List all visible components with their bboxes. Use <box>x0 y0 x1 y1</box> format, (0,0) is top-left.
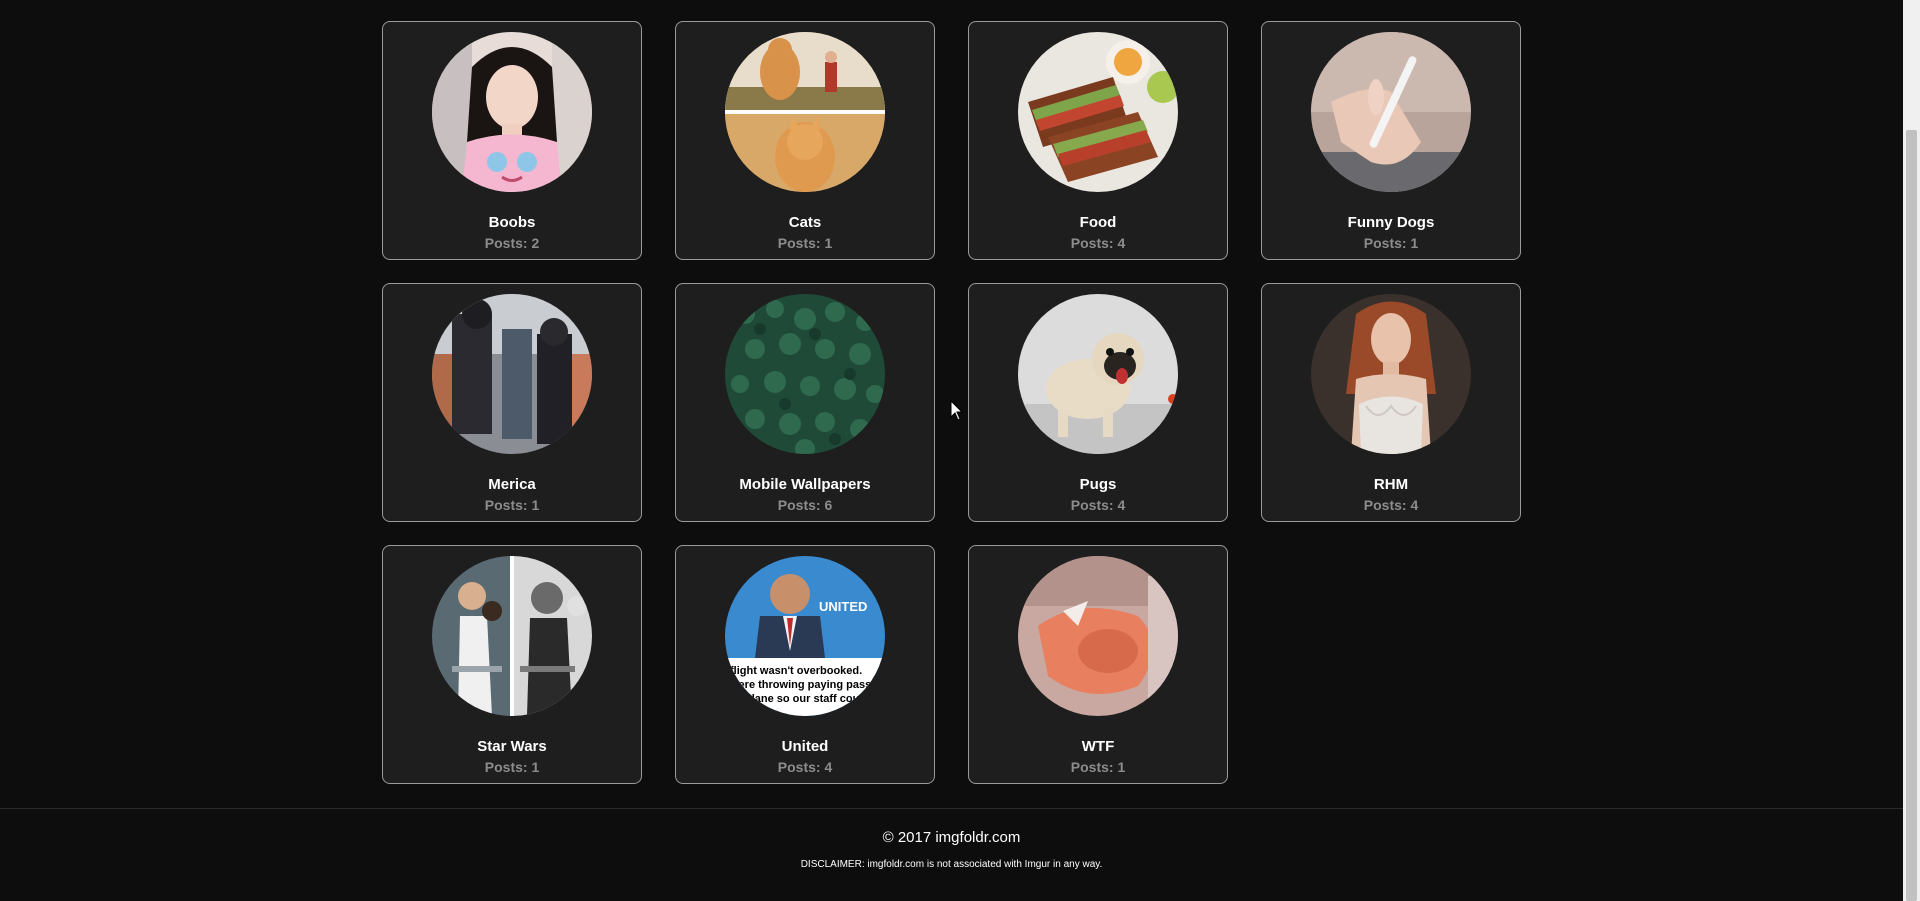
footer: © 2017 imgfoldr.com DISCLAIMER: imgfoldr… <box>0 808 1903 901</box>
album-card-mobile-wallpapers[interactable]: Mobile Wallpapers Posts: 6 <box>675 283 935 522</box>
vertical-scrollbar[interactable] <box>1903 0 1920 901</box>
album-title[interactable]: Mobile Wallpapers <box>676 476 934 493</box>
album-title[interactable]: Pugs <box>969 476 1227 493</box>
album-post-count: Posts: 1 <box>1070 759 1126 775</box>
album-post-count: Posts: 1 <box>1363 235 1419 251</box>
album-title[interactable]: RHM <box>1262 476 1520 493</box>
copyright-text: © 2017 imgfoldr.com <box>882 829 1021 846</box>
album-card-funny-dogs[interactable]: Funny Dogs Posts: 1 <box>1261 21 1521 260</box>
album-title[interactable]: Food <box>969 214 1227 231</box>
album-post-count: Posts: 4 <box>1070 235 1126 251</box>
album-title[interactable]: Star Wars <box>383 738 641 755</box>
album-title[interactable]: Boobs <box>383 214 641 231</box>
album-post-count: Posts: 1 <box>484 497 540 513</box>
woman-portrait-thumbnail[interactable] <box>432 32 592 192</box>
album-card-boobs[interactable]: Boobs Posts: 2 <box>382 21 642 260</box>
forest-thumbnail[interactable] <box>725 294 885 454</box>
blurry-thumbnail[interactable] <box>1018 556 1178 716</box>
album-post-count: Posts: 1 <box>777 235 833 251</box>
album-card-food[interactable]: Food Posts: 4 <box>968 21 1228 260</box>
album-card-cats[interactable]: Cats Posts: 1 <box>675 21 935 260</box>
star-wars-thumbnail[interactable] <box>432 556 592 716</box>
album-post-count: Posts: 2 <box>484 235 540 251</box>
album-post-count: Posts: 4 <box>1363 497 1419 513</box>
album-card-pugs[interactable]: Pugs Posts: 4 <box>968 283 1228 522</box>
meme-line-2: were throwing paying passen <box>729 679 884 691</box>
album-title[interactable]: Funny Dogs <box>1262 214 1520 231</box>
album-title[interactable]: United <box>676 738 934 755</box>
album-post-count: Posts: 4 <box>777 759 833 775</box>
united-meme-thumbnail[interactable]: UNITED flight wasn't overbooked. were th… <box>725 556 885 716</box>
sandwich-thumbnail[interactable] <box>1018 32 1178 192</box>
album-card-united[interactable]: UNITED flight wasn't overbooked. were th… <box>675 545 935 784</box>
page: Boobs Posts: 2 Cats Posts: 1 Food Posts:… <box>0 0 1920 901</box>
album-post-count: Posts: 4 <box>1070 497 1126 513</box>
album-title[interactable]: Merica <box>383 476 641 493</box>
cats-thumbnail[interactable] <box>725 32 885 192</box>
meme-line-3: plane so our staff could <box>745 693 869 705</box>
mouse-cursor-icon <box>950 400 964 421</box>
album-card-rhm[interactable]: RHM Posts: 4 <box>1261 283 1521 522</box>
hand-pen-thumbnail[interactable] <box>1311 32 1471 192</box>
pug-thumbnail[interactable] <box>1018 294 1178 454</box>
redhead-thumbnail[interactable] <box>1311 294 1471 454</box>
album-post-count: Posts: 1 <box>484 759 540 775</box>
united-logo-text: UNITED <box>819 599 867 614</box>
album-card-star-wars[interactable]: Star Wars Posts: 1 <box>382 545 642 784</box>
album-post-count: Posts: 6 <box>777 497 833 513</box>
album-title[interactable]: WTF <box>969 738 1227 755</box>
album-card-merica[interactable]: Merica Posts: 1 <box>382 283 642 522</box>
disclaimer-text: DISCLAIMER: imgfoldr.com is not associat… <box>800 859 1103 870</box>
album-card-wtf[interactable]: WTF Posts: 1 <box>968 545 1228 784</box>
crowd-thumbnail[interactable] <box>432 294 592 454</box>
album-title[interactable]: Cats <box>676 214 934 231</box>
scrollbar-thumb[interactable] <box>1906 130 1917 901</box>
meme-line-1: flight wasn't overbooked. <box>730 665 862 677</box>
